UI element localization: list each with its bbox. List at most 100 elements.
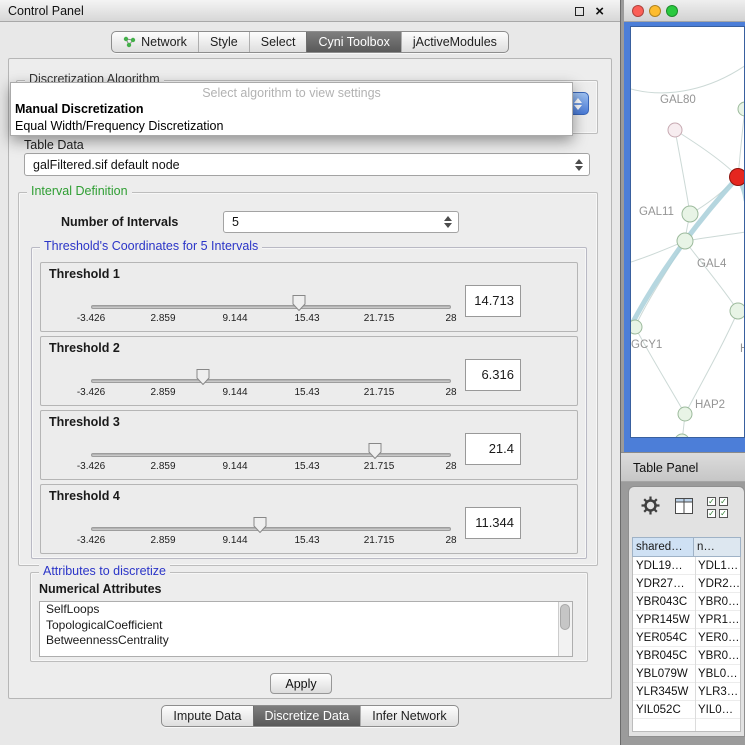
popup-option-equal-width-frequency[interactable]: Equal Width/Frequency Discretization bbox=[11, 118, 572, 135]
tick-label: 2.859 bbox=[150, 387, 175, 398]
right-region: GAL80 GAL11 GAL4 GCY1 HAP2 H Table Panel bbox=[621, 0, 745, 745]
table-header: shared… n… bbox=[632, 537, 741, 557]
tick-label: 28 bbox=[445, 387, 456, 398]
threshold-4-slider[interactable]: -3.426 2.859 9.144 15.43 21.715 28 bbox=[91, 511, 451, 551]
combo-arrows-icon bbox=[444, 216, 452, 228]
tab-label: Impute Data bbox=[173, 709, 241, 723]
threshold-3-slider[interactable]: -3.426 2.859 9.144 15.43 21.715 28 bbox=[91, 437, 451, 477]
slider-thumb[interactable] bbox=[253, 517, 267, 533]
gear-icon[interactable] bbox=[641, 496, 660, 515]
table-data-combo[interactable]: galFiltered.sif default node bbox=[24, 153, 590, 176]
close-icon[interactable]: × bbox=[595, 1, 604, 23]
threshold-2-box: Threshold 2 -3.426 2.859 9.144 15.43 21.… bbox=[40, 336, 578, 406]
network-canvas[interactable]: GAL80 GAL11 GAL4 GCY1 HAP2 H bbox=[630, 26, 745, 438]
threshold-2-value[interactable]: 6.316 bbox=[465, 359, 521, 391]
table-data-combo-value: galFiltered.sif default node bbox=[33, 158, 180, 172]
tick-label: -3.426 bbox=[77, 535, 105, 546]
checkbox-icon: ✓ bbox=[719, 509, 728, 518]
algorithm-dropdown-popup: Select algorithm to view settings Manual… bbox=[10, 82, 573, 136]
table-row[interactable]: YER054CYER0… bbox=[633, 629, 740, 647]
selected-node[interactable] bbox=[730, 169, 745, 186]
tick-label: 15.43 bbox=[294, 387, 319, 398]
list-scrollbar[interactable] bbox=[558, 602, 572, 656]
apply-button[interactable]: Apply bbox=[270, 673, 332, 694]
tick-label: 21.715 bbox=[364, 387, 395, 398]
tab-infer-network[interactable]: Infer Network bbox=[360, 706, 457, 726]
zoom-traffic-light[interactable] bbox=[666, 5, 678, 17]
threshold-2-slider[interactable]: -3.426 2.859 9.144 15.43 21.715 28 bbox=[91, 363, 451, 403]
column-header-name[interactable]: n… bbox=[694, 537, 741, 557]
tick-label: 21.715 bbox=[364, 535, 395, 546]
table-body: YDL19…YDL1… YDR27…YDR2… YBR043CYBR0… YPR… bbox=[632, 557, 741, 732]
tick-label: -3.426 bbox=[77, 387, 105, 398]
slider-track[interactable] bbox=[91, 453, 451, 457]
table-row[interactable]: YDR27…YDR2… bbox=[633, 575, 740, 593]
slider-thumb[interactable] bbox=[196, 369, 210, 385]
threshold-4-box: Threshold 4 -3.426 2.859 9.144 15.43 21.… bbox=[40, 484, 578, 554]
network-nodes[interactable] bbox=[631, 102, 745, 438]
list-item[interactable]: TopologicalCoefficient bbox=[40, 618, 572, 634]
interval-definition-group: Interval Definition Number of Intervals … bbox=[18, 192, 598, 566]
app-root: Control Panel × Network Style bbox=[0, 0, 745, 745]
tab-discretize-data[interactable]: Discretize Data bbox=[253, 706, 361, 726]
tab-label: Discretize Data bbox=[265, 709, 350, 723]
tab-select[interactable]: Select bbox=[249, 32, 307, 52]
threshold-3-value[interactable]: 21.4 bbox=[465, 433, 521, 465]
minimize-traffic-light[interactable] bbox=[649, 5, 661, 17]
popup-option-manual-discretization[interactable]: Manual Discretization bbox=[11, 101, 572, 118]
tab-cyni-toolbox[interactable]: Cyni Toolbox bbox=[306, 32, 400, 52]
node-labels: GAL80 GAL11 GAL4 GCY1 HAP2 H bbox=[631, 94, 745, 411]
table-panel-toolbar: ✓ ✓ ✓ ✓ bbox=[629, 487, 744, 533]
table-row[interactable]: YBL079WYBL0… bbox=[633, 665, 740, 683]
select-columns-icon[interactable]: ✓ ✓ ✓ ✓ bbox=[707, 497, 728, 518]
list-item[interactable]: BetweennessCentrality bbox=[40, 633, 572, 649]
tab-jactivemodules[interactable]: jActiveModules bbox=[401, 32, 508, 52]
table-panel-window: ✓ ✓ ✓ ✓ shared… n… YDL19…YDL1… YDR27…YDR… bbox=[628, 486, 745, 737]
close-traffic-light[interactable] bbox=[632, 5, 644, 17]
table-row[interactable]: YPR145WYPR1… bbox=[633, 611, 740, 629]
tick-label: 15.43 bbox=[294, 535, 319, 546]
threshold-1-slider[interactable]: -3.426 2.859 9.144 15.43 21.715 28 bbox=[91, 289, 451, 329]
control-panel-titlebar: Control Panel × bbox=[0, 0, 620, 22]
tab-network[interactable]: Network bbox=[112, 32, 198, 52]
panel-tab-bar: Network Style Select Cyni Toolbox jActiv… bbox=[0, 31, 620, 53]
table-row[interactable]: YIL052CYIL0… bbox=[633, 701, 740, 719]
bottom-tab-segment-control: Impute Data Discretize Data Infer Networ… bbox=[161, 705, 458, 727]
combo-arrows-icon bbox=[575, 159, 583, 171]
float-window-icon[interactable] bbox=[575, 7, 584, 16]
slider-track[interactable] bbox=[91, 527, 451, 531]
tick-label: 21.715 bbox=[364, 313, 395, 324]
threshold-label: Threshold 3 bbox=[49, 415, 120, 429]
tick-label: 9.144 bbox=[222, 535, 247, 546]
table-row[interactable]: YDL19…YDL1… bbox=[633, 557, 740, 575]
tab-impute-data[interactable]: Impute Data bbox=[162, 706, 252, 726]
threshold-1-value[interactable]: 14.713 bbox=[465, 285, 521, 317]
list-item[interactable]: SelfLoops bbox=[40, 602, 572, 618]
tick-label: 2.859 bbox=[150, 461, 175, 472]
scrollbar-thumb[interactable] bbox=[560, 604, 570, 630]
threshold-3-box: Threshold 3 -3.426 2.859 9.144 15.43 21.… bbox=[40, 410, 578, 480]
slider-track[interactable] bbox=[91, 379, 451, 383]
tick-label: 9.144 bbox=[222, 313, 247, 324]
tick-label: 15.43 bbox=[294, 461, 319, 472]
slider-thumb[interactable] bbox=[368, 443, 382, 459]
table-row[interactable]: YBR045CYBR0… bbox=[633, 647, 740, 665]
popup-placeholder: Select algorithm to view settings bbox=[11, 85, 572, 101]
table-row[interactable]: YBR043CYBR0… bbox=[633, 593, 740, 611]
tick-label: 28 bbox=[445, 535, 456, 546]
node-label: H bbox=[740, 343, 745, 355]
slider-track[interactable] bbox=[91, 305, 451, 309]
number-of-intervals-combo[interactable]: 5 bbox=[223, 211, 459, 233]
numerical-attributes-list[interactable]: SelfLoops TopologicalCoefficient Between… bbox=[39, 601, 573, 657]
table-row[interactable]: YLR345WYLR3… bbox=[633, 683, 740, 701]
tab-style[interactable]: Style bbox=[198, 32, 249, 52]
network-window-frame: GAL80 GAL11 GAL4 GCY1 HAP2 H bbox=[624, 22, 745, 452]
node-label: GAL4 bbox=[697, 258, 727, 270]
column-header-shared-name[interactable]: shared… bbox=[632, 537, 694, 557]
slider-thumb[interactable] bbox=[292, 295, 306, 311]
columns-icon[interactable] bbox=[675, 498, 693, 514]
network-icon bbox=[123, 36, 136, 48]
number-of-intervals-value: 5 bbox=[232, 215, 239, 229]
threshold-4-value[interactable]: 11.344 bbox=[465, 507, 521, 539]
checkbox-icon: ✓ bbox=[707, 509, 716, 518]
